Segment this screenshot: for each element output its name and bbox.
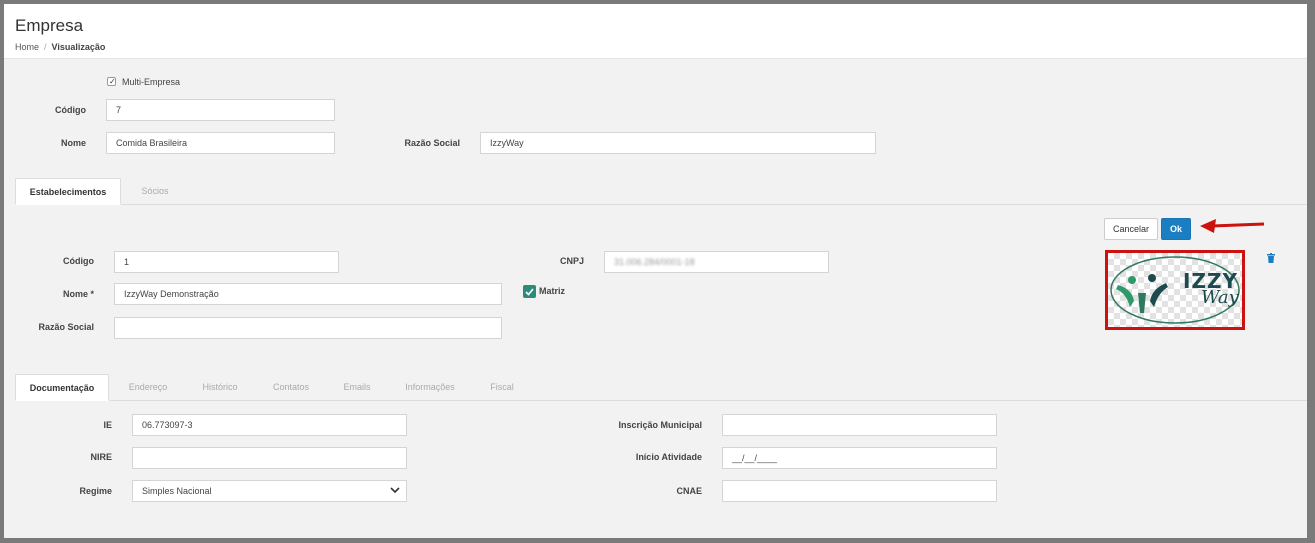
tab-estabelecimentos[interactable]: Estabelecimentos bbox=[15, 178, 121, 205]
est-codigo-field[interactable]: 1 bbox=[114, 251, 339, 273]
tab-documentacao[interactable]: Documentação bbox=[15, 374, 109, 401]
cnae-field[interactable] bbox=[722, 480, 997, 502]
multi-empresa-checkbox[interactable]: ✓ bbox=[107, 77, 116, 86]
matriz-checkbox[interactable] bbox=[523, 285, 536, 298]
app-frame: Empresa Home / Visualização ✓ Multi-Empres… bbox=[4, 4, 1307, 538]
trash-icon[interactable] bbox=[1267, 253, 1275, 263]
tab-informacoes[interactable]: Informações bbox=[392, 374, 468, 401]
cnpj-value: 31.006.284/0001-18 bbox=[614, 257, 695, 267]
matriz-label: Matriz bbox=[539, 286, 566, 296]
multi-empresa-label: Multi-Empresa bbox=[122, 77, 181, 87]
breadcrumb-home[interactable]: Home bbox=[15, 42, 39, 52]
est-razao-social-field[interactable] bbox=[114, 317, 502, 339]
tab-emails[interactable]: Emails bbox=[329, 374, 385, 401]
cancel-button[interactable]: Cancelar bbox=[1104, 218, 1158, 240]
est-razao-social-label: Razão Social bbox=[38, 322, 94, 332]
breadcrumb-separator: / bbox=[44, 42, 47, 52]
razao-social-field[interactable]: IzzyWay bbox=[480, 132, 876, 154]
nome-label: Nome bbox=[60, 138, 86, 148]
breadcrumb-current: Visualização bbox=[51, 42, 106, 52]
tab-endereco[interactable]: Endereço bbox=[116, 374, 180, 401]
chevron-down-icon bbox=[390, 487, 400, 494]
inicio-atividade-label: Início Atividade bbox=[635, 452, 702, 462]
inscricao-municipal-field[interactable] bbox=[722, 414, 997, 436]
est-nome-label: Nome * bbox=[62, 289, 94, 299]
codigo-field[interactable]: 7 bbox=[106, 99, 335, 121]
nire-label: NIRE bbox=[90, 452, 112, 462]
regime-label: Regime bbox=[79, 486, 112, 496]
nome-field[interactable]: Comida Brasileira bbox=[106, 132, 335, 154]
tab-socios[interactable]: Sócios bbox=[126, 178, 184, 205]
ok-button[interactable]: Ok bbox=[1161, 218, 1191, 240]
ie-label: IE bbox=[103, 420, 112, 430]
nire-field[interactable] bbox=[132, 447, 407, 469]
tab-fiscal[interactable]: Fiscal bbox=[475, 374, 529, 401]
ie-field[interactable]: 06.773097-3 bbox=[132, 414, 407, 436]
razao-social-label: Razão Social bbox=[404, 138, 460, 148]
inscricao-municipal-label: Inscrição Municipal bbox=[618, 420, 702, 430]
regime-value: Simples Nacional bbox=[142, 486, 212, 496]
tab-contatos[interactable]: Contatos bbox=[260, 374, 322, 401]
tab-historico[interactable]: Histórico bbox=[187, 374, 253, 401]
codigo-label: Código bbox=[55, 105, 86, 115]
cnae-label: CNAE bbox=[676, 486, 702, 496]
est-codigo-label: Código bbox=[63, 256, 94, 266]
logo-text-way: Way bbox=[1201, 287, 1239, 308]
check-icon: ✓ bbox=[109, 77, 116, 86]
breadcrumb: Home / Visualização bbox=[15, 42, 105, 52]
regime-select[interactable]: Simples Nacional bbox=[132, 480, 407, 502]
main-tabs-divider bbox=[15, 204, 1307, 205]
red-arrow-icon bbox=[1200, 219, 1265, 233]
est-nome-field[interactable]: IzzyWay Demonstração bbox=[114, 283, 502, 305]
cnpj-field[interactable]: 31.006.284/0001-18 bbox=[604, 251, 829, 273]
cnpj-label: CNPJ bbox=[559, 256, 584, 266]
check-icon bbox=[525, 288, 534, 296]
company-logo[interactable]: IZZY Way bbox=[1105, 250, 1245, 330]
page-title: Empresa bbox=[15, 16, 84, 35]
inicio-atividade-field[interactable]: __/__/____ bbox=[722, 447, 997, 469]
page-header: Empresa Home / Visualização bbox=[4, 4, 1307, 59]
